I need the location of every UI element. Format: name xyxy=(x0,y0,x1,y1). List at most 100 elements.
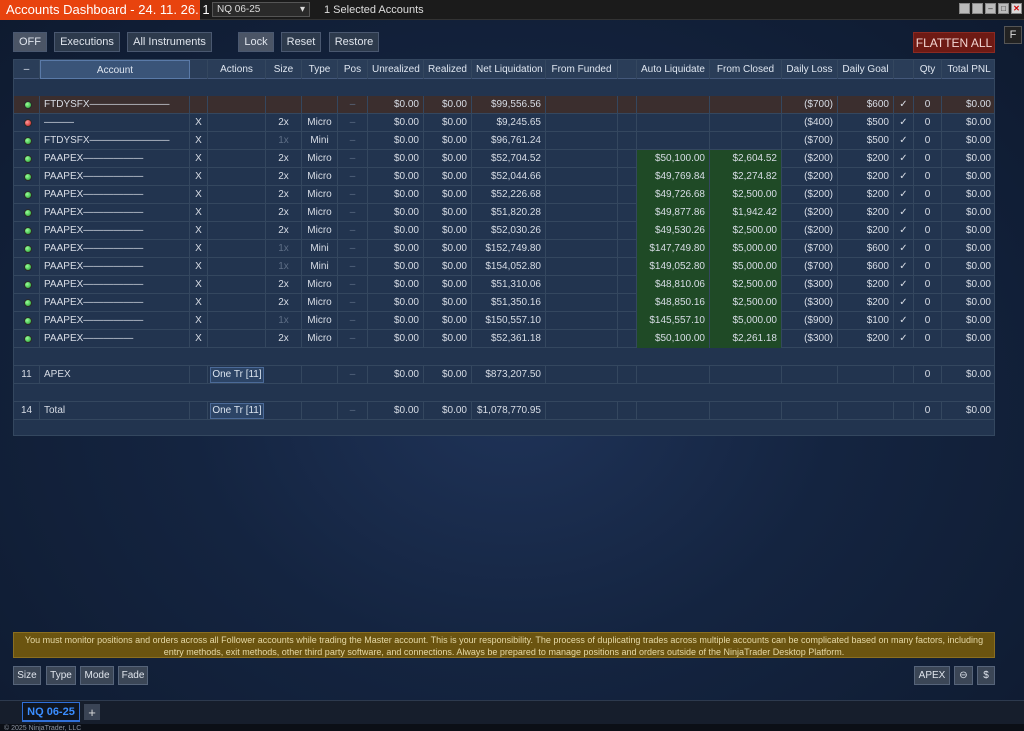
table-row[interactable]: FTDYSFX———————— – $0.00 $0.00 $99,556.56 ($70… xyxy=(14,96,994,114)
table-row[interactable]: ——— X 2x Micro – $0.00 $0.00 $9,245.65 ($400) $50… xyxy=(14,114,994,132)
cell-x[interactable]: X xyxy=(190,168,208,186)
cell-x[interactable]: X xyxy=(190,186,208,204)
cell-realized: $0.00 xyxy=(424,402,472,420)
cell-actions[interactable] xyxy=(208,168,266,186)
realized-column-header[interactable]: Realized xyxy=(424,60,472,79)
cell-x[interactable]: X xyxy=(190,222,208,240)
cell-actions[interactable] xyxy=(208,240,266,258)
off-button[interactable]: OFF xyxy=(13,32,47,52)
total-pnl-column-header[interactable]: Total PNL xyxy=(942,60,994,79)
pos-column-header[interactable]: Pos xyxy=(338,60,368,79)
account-column-header[interactable]: Account xyxy=(40,60,190,79)
from-funded-column-header[interactable]: From Funded xyxy=(546,60,618,79)
one-trade-button[interactable]: One Tr [11] xyxy=(210,403,264,419)
actions-column-header[interactable]: Actions xyxy=(208,60,266,79)
cell-from-funded xyxy=(546,330,618,348)
cell-actions[interactable] xyxy=(208,330,266,348)
reset-button[interactable]: Reset xyxy=(281,32,321,52)
close-icon[interactable]: ✕ xyxy=(1011,3,1022,14)
apex-button[interactable]: APEX xyxy=(914,666,950,685)
cell-actions[interactable] xyxy=(208,186,266,204)
cell-x[interactable]: X xyxy=(190,150,208,168)
size-toggle-button[interactable]: Size xyxy=(13,666,41,685)
table-row[interactable]: FTDYSFX———————— X 1x Mini – $0.00 $0.00 $96,761… xyxy=(14,132,994,150)
table-row[interactable]: PAAPEX—————— X 1x Mini – $0.00 $0.00 $154,052.8… xyxy=(14,258,994,276)
type-column-header[interactable]: Type xyxy=(302,60,338,79)
cell-from-closed: $2,500.00 xyxy=(710,222,782,240)
cell-daily-goal: $100 xyxy=(838,312,894,330)
cell-x[interactable]: X xyxy=(190,258,208,276)
cell-x[interactable] xyxy=(190,96,208,114)
table-row[interactable]: PAAPEX—————— X 2x Micro – $0.00 $0.00 $52,044.6… xyxy=(14,168,994,186)
cell-x[interactable]: X xyxy=(190,276,208,294)
cell-actions[interactable] xyxy=(208,114,266,132)
table-row[interactable]: PAAPEX—————— X 2x Micro – $0.00 $0.00 $52,226.6… xyxy=(14,186,994,204)
table-row[interactable]: PAAPEX—————— X 2x Micro – $0.00 $0.00 $51,350.1… xyxy=(14,294,994,312)
cell-actions[interactable] xyxy=(208,258,266,276)
cell-status xyxy=(14,258,40,276)
table-row[interactable]: PAAPEX—————— X 1x Mini – $0.00 $0.00 $152,749.8… xyxy=(14,240,994,258)
maximize-icon[interactable]: □ xyxy=(998,3,1009,14)
minimize-icon[interactable]: – xyxy=(985,3,996,14)
cell-actions[interactable] xyxy=(208,96,266,114)
table-row[interactable]: PAAPEX—————— X 2x Micro – $0.00 $0.00 $51,310.0… xyxy=(14,276,994,294)
cell-actions[interactable] xyxy=(208,276,266,294)
fade-toggle-button[interactable]: Fade xyxy=(118,666,148,685)
cell-x[interactable]: X xyxy=(190,114,208,132)
cell-actions[interactable] xyxy=(208,294,266,312)
net-liquidation-column-header[interactable]: Net Liquidation xyxy=(472,60,546,79)
cell-net-liq: $51,350.16 xyxy=(472,294,546,312)
tab-nq-06-25[interactable]: NQ 06-25 xyxy=(22,702,80,722)
from-closed-column-header[interactable]: From Closed xyxy=(710,60,782,79)
restore-button[interactable]: Restore xyxy=(329,32,379,52)
cell-blank xyxy=(618,330,637,348)
cell-x[interactable]: X xyxy=(190,330,208,348)
daily-loss-column-header[interactable]: Daily Loss xyxy=(782,60,838,79)
cell-actions[interactable] xyxy=(208,312,266,330)
cell-x[interactable]: X xyxy=(190,312,208,330)
cell-x[interactable]: X xyxy=(190,240,208,258)
collapse-column-header[interactable]: – xyxy=(14,60,40,79)
connected-status-icon xyxy=(24,335,32,343)
cell-actions[interactable] xyxy=(208,132,266,150)
table-row[interactable]: PAAPEX—————— X 2x Micro – $0.00 $0.00 $51,820.2… xyxy=(14,204,994,222)
table-row[interactable]: PAAPEX—————— X 2x Micro – $0.00 $0.00 $52,704.5… xyxy=(14,150,994,168)
lock-button[interactable]: Lock xyxy=(238,32,274,52)
table-row[interactable]: PAAPEX—————— X 1x Micro – $0.00 $0.00 $150,557.… xyxy=(14,312,994,330)
f-button[interactable]: F xyxy=(1004,26,1022,44)
daily-goal-column-header[interactable]: Daily Goal xyxy=(838,60,894,79)
unrealized-column-header[interactable]: Unrealized xyxy=(368,60,424,79)
mode-toggle-button[interactable]: Mode xyxy=(80,666,114,685)
size-column-header[interactable]: Size xyxy=(266,60,302,79)
cell-actions[interactable] xyxy=(208,150,266,168)
cell-x[interactable]: X xyxy=(190,204,208,222)
spacer-row xyxy=(14,384,994,402)
minus-circle-icon[interactable]: ⊖ xyxy=(954,666,973,685)
cell-x[interactable]: X xyxy=(190,294,208,312)
table-row[interactable]: PAAPEX—————— X 2x Micro – $0.00 $0.00 $52,030.2… xyxy=(14,222,994,240)
executions-button[interactable]: Executions xyxy=(54,32,120,52)
summary-row[interactable]: 14 Total One Tr [11] – $0.00 $0.00 $1,078,770.… xyxy=(14,402,994,420)
cell-from-closed: $5,000.00 xyxy=(710,312,782,330)
add-tab-icon[interactable]: + xyxy=(84,704,100,720)
layout-icon[interactable] xyxy=(972,3,983,14)
summary-row[interactable]: 11 APEX One Tr [11] – $0.00 $0.00 $873,207.50 0… xyxy=(14,366,994,384)
cell-daily-goal: $500 xyxy=(838,132,894,150)
cell-daily-goal: $200 xyxy=(838,150,894,168)
dollar-icon[interactable]: $ xyxy=(977,666,995,685)
cell-actions[interactable] xyxy=(208,204,266,222)
cell-x[interactable]: X xyxy=(190,132,208,150)
cell-from-funded xyxy=(546,222,618,240)
cell-auto-liq xyxy=(637,96,710,114)
all-instruments-button[interactable]: All Instruments xyxy=(127,32,212,52)
cell-actions[interactable] xyxy=(208,222,266,240)
qty-column-header[interactable]: Qty xyxy=(914,60,942,79)
instrument-select[interactable]: NQ 06-25 ▾ xyxy=(212,2,310,17)
flatten-all-button[interactable]: FLATTEN ALL xyxy=(913,32,995,53)
pin-icon[interactable] xyxy=(959,3,970,14)
table-row[interactable]: PAAPEX————— X 2x Micro – $0.00 $0.00 $52,361.18… xyxy=(14,330,994,348)
auto-liquidate-column-header[interactable]: Auto Liquidate xyxy=(637,60,710,79)
cell-account: PAAPEX————— xyxy=(40,330,190,348)
one-trade-button[interactable]: One Tr [11] xyxy=(210,367,264,383)
type-toggle-button[interactable]: Type xyxy=(46,666,76,685)
